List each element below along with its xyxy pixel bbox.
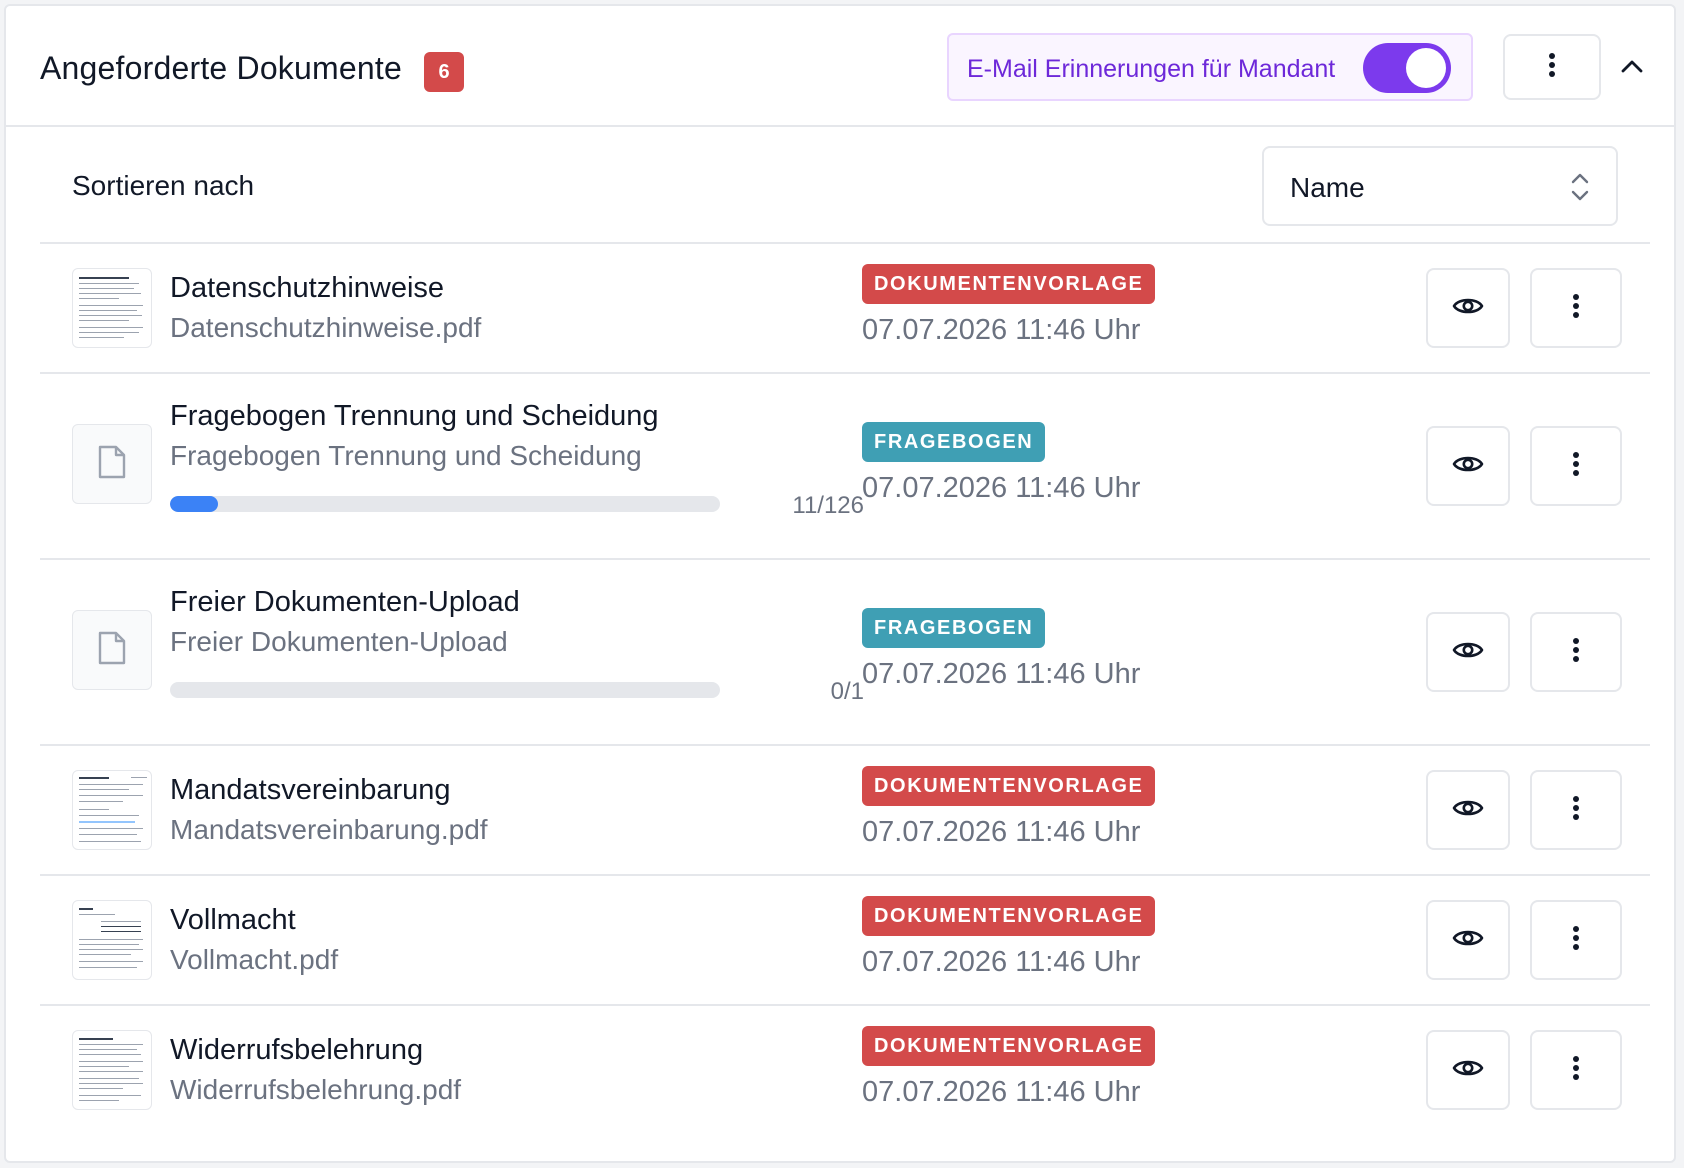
view-button[interactable] [1426,612,1510,692]
row-more-button[interactable] [1530,900,1622,980]
document-row[interactable]: Datenschutzhinweise Datenschutzhinweise.… [40,242,1650,372]
chevrons-up-down-icon [1570,172,1590,207]
more-vertical-icon [1572,293,1580,324]
type-badge: FRAGEBOGEN [862,608,1046,648]
document-filename: Widerrufsbelehrung.pdf [170,1074,462,1105]
eye-icon [1452,453,1484,480]
requested-documents-card: Angeforderte Dokumente 6 E-Mail Erinneru… [4,4,1676,1163]
toggle-knob [1406,48,1446,88]
header-more-button[interactable] [1503,34,1601,100]
email-reminder-label: E-Mail Erinnerungen für Mandant [967,55,1336,83]
document-date: 07.07.2026 11:46 Uhr [862,658,1141,690]
view-button[interactable] [1426,268,1510,348]
pdf-thumbnail [72,268,152,348]
sort-select[interactable]: Name [1262,146,1618,226]
progress-text: 11/126 [792,492,864,519]
email-reminder-toggle[interactable] [1363,43,1451,93]
document-name: Freier Dokumenten-Upload [170,586,520,618]
sort-label: Sortieren nach [72,170,255,201]
type-badge: DOKUMENTENVORLAGE [862,1026,1156,1066]
collapse-button[interactable] [1614,50,1650,86]
document-filename: Fragebogen Trennung und Scheidung [170,440,642,471]
view-button[interactable] [1426,770,1510,850]
more-vertical-icon [1572,925,1580,956]
document-name: Mandatsvereinbarung [170,774,451,806]
document-name: Fragebogen Trennung und Scheidung [170,400,659,432]
row-more-button[interactable] [1530,426,1622,506]
eye-icon [1452,295,1484,322]
card-header: Angeforderte Dokumente 6 E-Mail Erinneru… [6,6,1674,127]
type-badge: DOKUMENTENVORLAGE [862,896,1156,936]
eye-icon [1452,1057,1484,1084]
sort-selected-value: Name [1290,172,1365,203]
file-icon [97,630,127,671]
document-list: Datenschutzhinweise Datenschutzhinweise.… [40,242,1650,1134]
file-thumbnail [72,610,152,690]
view-button[interactable] [1426,900,1510,980]
document-row[interactable]: Vollmacht Vollmacht.pdf DOKUMENTENVORLAG… [40,874,1650,1004]
document-row[interactable]: Fragebogen Trennung und Scheidung Frageb… [40,372,1650,558]
email-reminder-control: E-Mail Erinnerungen für Mandant [947,33,1473,101]
document-name: Widerrufsbelehrung [170,1034,424,1066]
more-vertical-icon [1572,451,1580,482]
document-date: 07.07.2026 11:46 Uhr [862,946,1141,978]
more-vertical-icon [1572,637,1580,668]
view-button[interactable] [1426,426,1510,506]
pdf-thumbnail [72,900,152,980]
eye-icon [1452,639,1484,666]
row-more-button[interactable] [1530,1030,1622,1110]
document-row[interactable]: Mandatsvereinbarung Mandatsvereinbarung.… [40,744,1650,874]
more-vertical-icon [1548,52,1556,83]
chevron-up-icon [1621,59,1643,78]
progress-bar [170,496,720,512]
eye-icon [1452,927,1484,954]
document-row[interactable]: Freier Dokumenten-Upload Freier Dokument… [40,558,1650,744]
eye-icon [1452,797,1484,824]
document-date: 07.07.2026 11:46 Uhr [862,816,1141,848]
document-filename: Datenschutzhinweise.pdf [170,312,482,343]
row-more-button[interactable] [1530,268,1622,348]
more-vertical-icon [1572,1055,1580,1086]
document-date: 07.07.2026 11:46 Uhr [862,314,1141,346]
progress-bar [170,682,720,698]
more-vertical-icon [1572,795,1580,826]
progress-text: 0/1 [830,678,864,705]
document-row[interactable]: Widerrufsbelehrung Widerrufsbelehrung.pd… [40,1004,1650,1134]
document-date: 07.07.2026 11:46 Uhr [862,1076,1141,1108]
type-badge: DOKUMENTENVORLAGE [862,766,1156,806]
document-date: 07.07.2026 11:46 Uhr [862,472,1141,504]
document-name: Datenschutzhinweise [170,272,445,304]
document-filename: Mandatsvereinbarung.pdf [170,814,488,845]
row-more-button[interactable] [1530,770,1622,850]
pdf-thumbnail [72,770,152,850]
file-icon [97,444,127,485]
type-badge: DOKUMENTENVORLAGE [862,264,1156,304]
document-count-badge: 6 [424,52,464,92]
row-more-button[interactable] [1530,612,1622,692]
pdf-thumbnail [72,1030,152,1110]
view-button[interactable] [1426,1030,1510,1110]
document-filename: Freier Dokumenten-Upload [170,626,508,657]
document-filename: Vollmacht.pdf [170,944,339,975]
document-name: Vollmacht [170,904,296,936]
file-thumbnail [72,424,152,504]
card-title: Angeforderte Dokumente [40,50,402,86]
type-badge: FRAGEBOGEN [862,422,1046,462]
progress-fill [170,496,218,512]
